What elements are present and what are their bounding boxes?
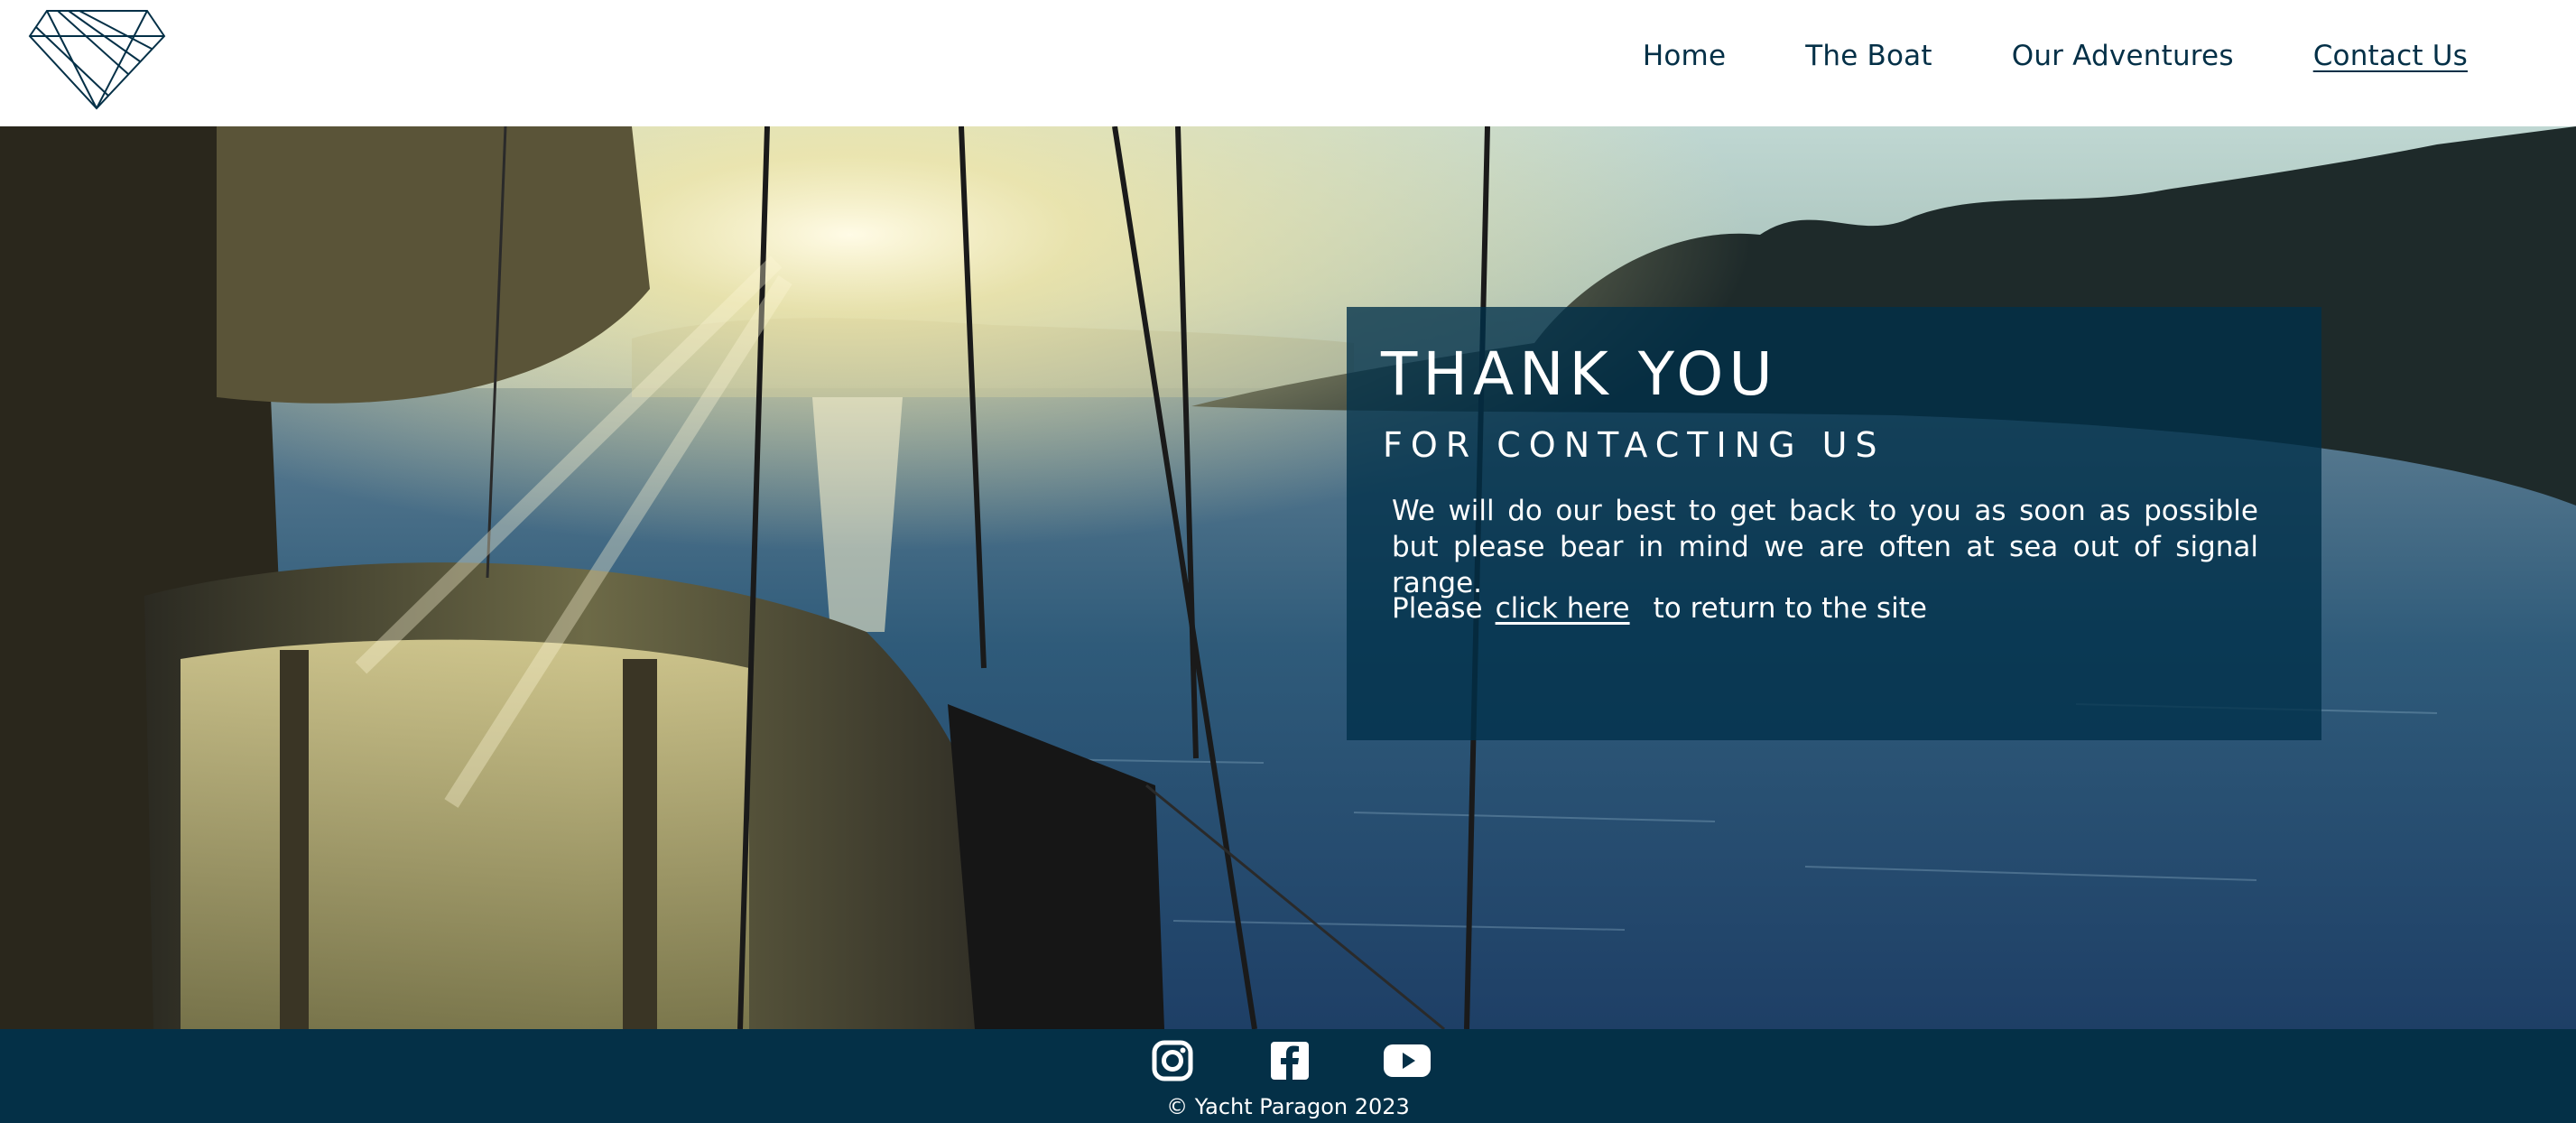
hero-section: THANK YOU FOR CONTACTING US We will do o… <box>0 126 2576 1029</box>
social-links <box>0 1035 2576 1087</box>
nav-the-boat[interactable]: The Boat <box>1805 40 1932 72</box>
instagram-icon[interactable] <box>1146 1035 1199 1087</box>
return-to-site-link[interactable]: click here <box>1496 592 1630 625</box>
nav-our-adventures[interactable]: Our Adventures <box>2012 40 2234 72</box>
return-line: Please click here to return to the site <box>1392 590 1927 626</box>
page-title: THANK YOU <box>1381 339 1778 409</box>
main-nav: Home The Boat Our Adventures Contact Us <box>1643 40 2468 72</box>
thank-you-panel: THANK YOU FOR CONTACTING US We will do o… <box>1347 307 2321 740</box>
site-header: Home The Boat Our Adventures Contact Us <box>0 0 2576 126</box>
site-footer: © Yacht Paragon 2023 <box>0 1029 2576 1123</box>
copyright-text: © Yacht Paragon 2023 <box>1166 1094 1410 1119</box>
nav-contact-us[interactable]: Contact Us <box>2313 40 2468 72</box>
page-subtitle: FOR CONTACTING US <box>1383 425 1886 465</box>
return-suffix: to return to the site <box>1653 592 1927 625</box>
return-prefix: Please <box>1392 592 1483 625</box>
facebook-icon[interactable] <box>1264 1035 1316 1087</box>
youtube-icon[interactable] <box>1381 1035 1433 1087</box>
confirmation-message: We will do our best to get back to you a… <box>1392 495 2258 599</box>
diamond-logo-icon[interactable] <box>27 9 167 110</box>
nav-home[interactable]: Home <box>1643 40 1726 72</box>
